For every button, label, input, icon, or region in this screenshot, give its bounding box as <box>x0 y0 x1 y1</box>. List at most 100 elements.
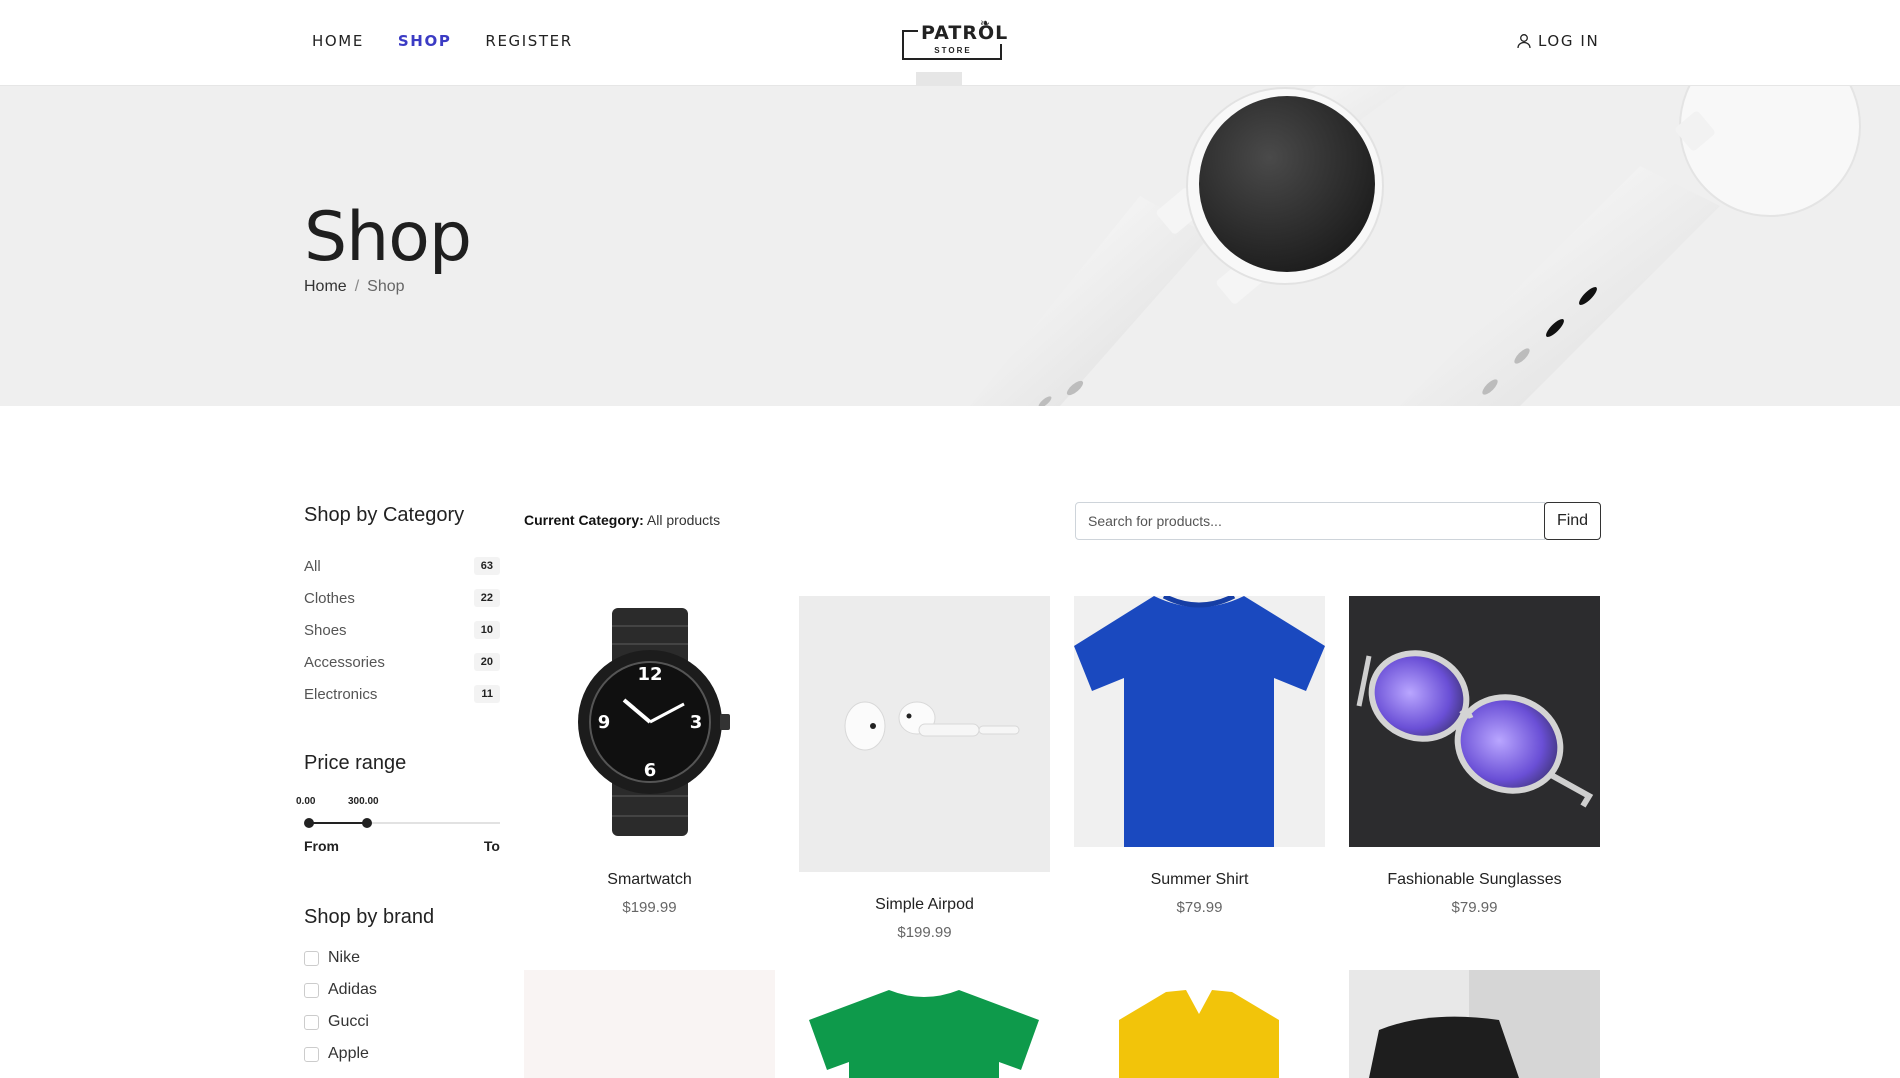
tshirt-icon <box>809 990 1039 1078</box>
product-image[interactable]: 12 3 6 9 <box>524 596 775 847</box>
category-count-badge: 11 <box>474 685 500 703</box>
user-icon <box>1517 34 1531 49</box>
current-category: Current Category: All products <box>524 512 720 528</box>
airpod-icon <box>844 701 1020 751</box>
brand-checkbox[interactable] <box>304 1046 319 1062</box>
brand-item-nike[interactable]: Nike <box>304 942 377 974</box>
brand-heading: Shop by brand <box>304 906 435 928</box>
price-range-slider[interactable]: 0.00 300.00 From To <box>296 796 504 856</box>
category-item-shoes[interactable]: Shoes 10 <box>304 614 500 646</box>
product-card-summer-shirt[interactable]: Summer Shirt $79.99 <box>1074 596 1325 916</box>
category-item-accessories[interactable]: Accessories 20 <box>304 646 500 678</box>
current-category-value: All products <box>646 512 721 528</box>
category-label: All <box>304 557 321 575</box>
nav-home-link[interactable]: HOME <box>312 32 364 50</box>
product-image[interactable] <box>1349 596 1600 847</box>
brand-checkbox[interactable] <box>304 950 319 966</box>
nav-register-link[interactable]: REGISTER <box>485 32 572 50</box>
product-image[interactable] <box>799 596 1050 872</box>
product-price: $79.99 <box>1451 899 1498 916</box>
brand-label: Apple <box>328 1045 369 1062</box>
brand-label: Gucci <box>328 1013 369 1030</box>
price-min-value: 0.00 <box>296 796 316 807</box>
product-image[interactable] <box>1349 970 1600 1078</box>
brand-label: Adidas <box>328 981 377 998</box>
product-image[interactable] <box>1074 596 1325 847</box>
category-item-electronics[interactable]: Electronics 11 <box>304 678 500 710</box>
brand-item-adidas[interactable]: Adidas <box>304 974 377 1006</box>
svg-text:3: 3 <box>690 712 703 733</box>
nav-shop-link[interactable]: SHOP <box>398 32 452 50</box>
brand-checkbox[interactable] <box>304 982 319 998</box>
product-card-airpod[interactable]: Simple Airpod $199.99 <box>799 596 1050 941</box>
login-link[interactable]: LOG IN <box>1516 32 1599 50</box>
sneaker-icon <box>1369 970 1600 1078</box>
glasses-icon <box>1356 650 1594 808</box>
category-item-clothes[interactable]: Clothes 22 <box>304 582 500 614</box>
watch-icon: 12 3 6 9 <box>578 608 730 836</box>
category-list: All 63 Clothes 22 Shoes 10 Accessories 20 El… <box>304 550 500 710</box>
price-range-heading: Price range <box>304 752 407 774</box>
hero-watch-image <box>970 86 1861 406</box>
find-button[interactable]: Find <box>1544 502 1601 540</box>
brand-list: Nike Adidas Gucci Apple <box>304 942 377 1070</box>
category-count-badge: 10 <box>473 621 500 639</box>
current-category-label: Current Category: <box>524 512 644 528</box>
product-name[interactable]: Smartwatch <box>524 871 775 889</box>
product-card[interactable] <box>524 970 775 1078</box>
logo-title: PATROL <box>918 22 1012 44</box>
category-count-badge: 63 <box>473 557 500 575</box>
slider-fill <box>308 822 366 824</box>
brand-checkbox[interactable] <box>304 1014 319 1030</box>
category-label: Accessories <box>304 653 385 671</box>
breadcrumb-current: Shop <box>367 278 405 295</box>
polo-shirt-icon <box>1119 990 1279 1078</box>
breadcrumb-home[interactable]: Home <box>304 278 347 295</box>
brand-item-apple[interactable]: Apple <box>304 1038 377 1070</box>
brand-label: Nike <box>328 949 361 966</box>
price-max-value: 300.00 <box>348 796 379 807</box>
svg-text:12: 12 <box>637 664 662 685</box>
logo-subtitle: STORE <box>934 46 972 55</box>
slider-max-handle[interactable] <box>362 818 372 828</box>
login-label: LOG IN <box>1538 32 1600 50</box>
product-card[interactable] <box>799 970 1050 1078</box>
svg-text:9: 9 <box>598 712 611 733</box>
main-nav: HOME SHOP REGISTER <box>312 32 573 50</box>
store-logo[interactable]: PATROL STORE ❧ <box>900 14 1012 86</box>
site-header: HOME SHOP REGISTER PATROL STORE ❧ LOG IN <box>0 0 1900 86</box>
category-item-all[interactable]: All 63 <box>304 550 500 582</box>
product-card[interactable] <box>1074 970 1325 1078</box>
hero-banner: Shop Home / Shop <box>0 86 1900 406</box>
product-name[interactable]: Fashionable Sunglasses <box>1349 871 1600 889</box>
breadcrumb-separator: / <box>354 278 360 295</box>
product-name[interactable]: Simple Airpod <box>799 896 1050 914</box>
category-count-badge: 20 <box>473 653 500 671</box>
price-to-label: To <box>483 838 500 854</box>
logo-shadow <box>916 72 962 86</box>
search-input[interactable] <box>1075 502 1545 540</box>
product-card[interactable] <box>1349 970 1600 1078</box>
tshirt-icon <box>1074 596 1325 847</box>
category-label: Shoes <box>304 621 347 639</box>
price-from-label: From <box>304 838 339 854</box>
product-card-smartwatch[interactable]: 12 3 6 9 Smartwatch $199.99 <box>524 596 775 916</box>
category-count-badge: 22 <box>473 589 500 607</box>
category-label: Electronics <box>304 685 378 703</box>
product-image[interactable] <box>524 970 775 1078</box>
product-name[interactable]: Summer Shirt <box>1074 871 1325 889</box>
brand-item-gucci[interactable]: Gucci <box>304 1006 377 1038</box>
product-card-sunglasses[interactable]: Fashionable Sunglasses $79.99 <box>1349 596 1600 916</box>
product-price: $199.99 <box>622 899 677 916</box>
category-heading: Shop by Category <box>304 504 465 526</box>
category-label: Clothes <box>304 589 355 607</box>
leaf-icon: ❧ <box>980 16 991 30</box>
breadcrumb: Home / Shop <box>304 278 405 296</box>
svg-text:6: 6 <box>644 760 657 781</box>
page-title: Shop <box>304 198 472 277</box>
product-price: $199.99 <box>897 924 952 941</box>
slider-min-handle[interactable] <box>304 818 314 828</box>
product-image[interactable] <box>1074 970 1325 1078</box>
product-image[interactable] <box>799 970 1050 1078</box>
product-price: $79.99 <box>1176 899 1223 916</box>
